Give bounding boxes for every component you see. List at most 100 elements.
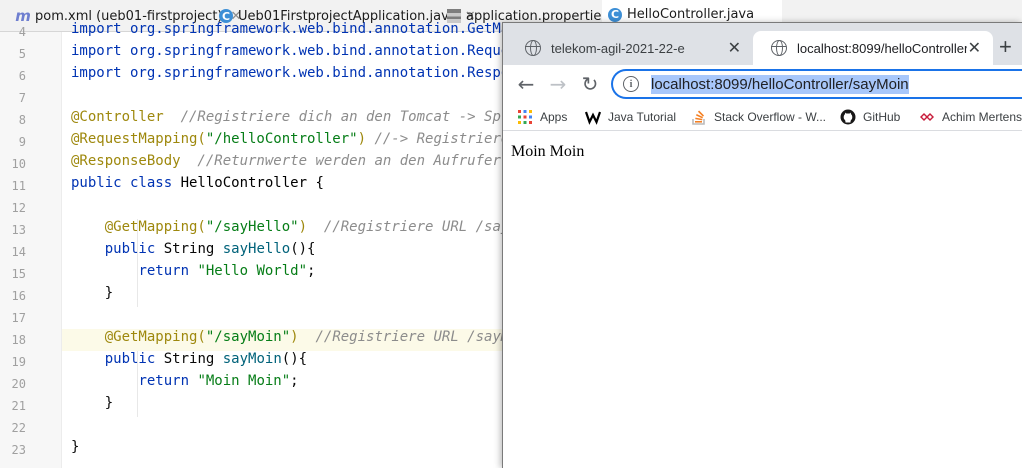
line-number: 13 xyxy=(11,223,26,237)
code-string: "Hello World" xyxy=(197,263,308,279)
line-number: 16 xyxy=(11,289,26,303)
browser-tab-strip: telekom-agil-2021-22-e ✕ localhost:8099/… xyxy=(503,23,1022,65)
code-token: return xyxy=(138,373,198,389)
code-token: (){ xyxy=(290,241,316,257)
bookmark-apps[interactable]: Apps xyxy=(517,107,567,127)
apps-grid-icon xyxy=(517,109,533,125)
code-editor[interactable]: import org.springframework.web.bind.anno… xyxy=(62,21,502,468)
code-line: import org.springframework.web.bind.anno… xyxy=(62,43,502,65)
code-line: @ResponseBody //Returnwerte werden an de… xyxy=(62,153,502,175)
browser-toolbar: ← → ↻ i localhost:8099/helloController/s… xyxy=(503,65,1022,103)
code-token: import org.springframework.web.bind.anno… xyxy=(71,65,502,81)
code-token: @ResponseBody xyxy=(71,153,181,169)
code-token: @RequestMapping( xyxy=(71,131,206,147)
bookmarks-bar: Apps Java Tutorial Stack Overflow - W... xyxy=(503,103,1022,131)
url-text[interactable]: localhost:8099/helloController/sayMoin xyxy=(651,74,909,94)
code-line: @Controller //Registriere dich an den To… xyxy=(62,109,502,131)
bookmark-java-tutorial[interactable]: Java Tutorial xyxy=(584,107,677,127)
code-token: ) xyxy=(290,329,299,345)
bookmark-label: Achim Mertens xyxy=(942,110,1022,124)
line-number: 5 xyxy=(18,47,26,61)
line-number: 6 xyxy=(18,69,26,83)
line-number: 18 xyxy=(11,333,26,347)
site-info-icon[interactable]: i xyxy=(623,76,639,92)
line-number: 20 xyxy=(11,377,26,391)
bookmark-achim-mertens[interactable]: Achim Mertens xyxy=(919,107,1022,127)
code-token: @GetMapping( xyxy=(104,219,206,235)
code-token: HelloController { xyxy=(180,175,324,191)
line-number: 19 xyxy=(11,355,26,369)
browser-window: telekom-agil-2021-22-e ✕ localhost:8099/… xyxy=(502,22,1022,468)
code-token: import org.springframework.web.bind.anno… xyxy=(71,43,502,59)
line-number: 4 xyxy=(18,25,26,39)
code-token: ; xyxy=(290,373,299,389)
line-number: 14 xyxy=(11,245,26,259)
line-number: 9 xyxy=(18,135,26,149)
code-string: "/sayMoin" xyxy=(205,329,291,345)
line-number: 17 xyxy=(11,311,26,325)
code-line-current: @GetMapping("/sayMoin") //Registriere UR… xyxy=(62,329,502,351)
browser-tab-localhost[interactable]: localhost:8099/helloController/sayMoin ✕ xyxy=(753,31,993,65)
code-line: } xyxy=(62,395,502,417)
editor-tab-label: HelloController.java xyxy=(627,7,755,22)
back-button[interactable]: ← xyxy=(513,71,539,97)
code-token: public xyxy=(104,241,164,257)
stackoverflow-icon xyxy=(691,109,707,125)
forward-button[interactable]: → xyxy=(545,71,571,97)
code-string: "Moin Moin" xyxy=(197,373,291,389)
close-icon[interactable]: ✕ xyxy=(968,38,981,58)
code-line: public String sayMoin(){ xyxy=(62,351,502,373)
code-line: @RequestMapping("/helloController") //->… xyxy=(62,131,502,153)
java-class-icon: C xyxy=(608,7,622,22)
address-bar[interactable]: i localhost:8099/helloController/sayMoin xyxy=(611,69,1022,99)
browser-tab-title: telekom-agil-2021-22-e xyxy=(551,40,685,56)
line-number: 15 xyxy=(11,267,26,281)
response-body-text: Moin Moin xyxy=(511,143,585,160)
code-comment: //Registriere dich an den Tomcat -> Spri… xyxy=(163,109,502,125)
bookmark-label: GitHub xyxy=(863,110,901,124)
browser-tab-title: localhost:8099/helloController/sayMoin xyxy=(797,40,967,56)
code-line: return "Hello World"; xyxy=(62,263,502,285)
code-token: } xyxy=(104,395,114,411)
code-line: public String sayHello(){ xyxy=(62,241,502,263)
code-token: public class xyxy=(71,175,181,191)
bookmark-github[interactable]: GitHub xyxy=(840,107,900,127)
code-string: "/helloController" xyxy=(205,131,358,147)
code-token: } xyxy=(71,439,80,455)
close-icon[interactable]: ✕ xyxy=(728,38,741,58)
code-line: } xyxy=(62,439,502,461)
line-number: 7 xyxy=(18,91,26,105)
line-number-gutter: 4 5 6 7 8 9 10 11 12 13 14 15 16 17 18 1… xyxy=(0,25,62,468)
code-token: ) xyxy=(298,219,308,235)
line-number: 10 xyxy=(11,157,26,171)
code-token: (){ xyxy=(281,351,308,367)
bookmark-stack-overflow[interactable]: Stack Overflow - W... xyxy=(691,107,826,127)
browser-tab-telekom[interactable]: telekom-agil-2021-22-e ✕ xyxy=(507,31,753,65)
w-logo-icon xyxy=(584,109,602,125)
globe-icon xyxy=(525,40,541,56)
new-tab-button[interactable]: + xyxy=(999,35,1012,59)
line-number: 8 xyxy=(18,113,26,127)
code-token: @GetMapping( xyxy=(104,329,206,345)
code-token: import org.springframework.web.bind.anno… xyxy=(71,21,502,37)
code-token: return xyxy=(138,263,198,279)
line-number: 23 xyxy=(11,443,26,457)
code-line: @GetMapping("/sayHello") //Registriere U… xyxy=(62,219,502,241)
github-icon xyxy=(840,109,856,125)
code-comment: //Registriere URL /sayMoin xyxy=(315,329,502,345)
line-number: 21 xyxy=(11,399,26,413)
code-token: String xyxy=(163,351,223,367)
line-number: 22 xyxy=(11,421,26,435)
bookmark-label: Stack Overflow - W... xyxy=(714,110,827,124)
code-token: ) xyxy=(357,131,367,147)
link-logo-icon xyxy=(919,109,935,125)
code-comment: //-> Registriere URL xyxy=(374,131,502,147)
code-line: } xyxy=(62,285,502,307)
bookmark-label: Java Tutorial xyxy=(608,110,677,124)
code-token: @Controller xyxy=(71,109,164,125)
code-line: return "Moin Moin"; xyxy=(62,373,502,395)
line-number: 11 xyxy=(11,179,26,193)
code-comment: //Registriere URL /sayhello xyxy=(323,219,502,235)
reload-button[interactable]: ↻ xyxy=(577,71,603,97)
code-line: import org.springframework.web.bind.anno… xyxy=(62,21,502,43)
